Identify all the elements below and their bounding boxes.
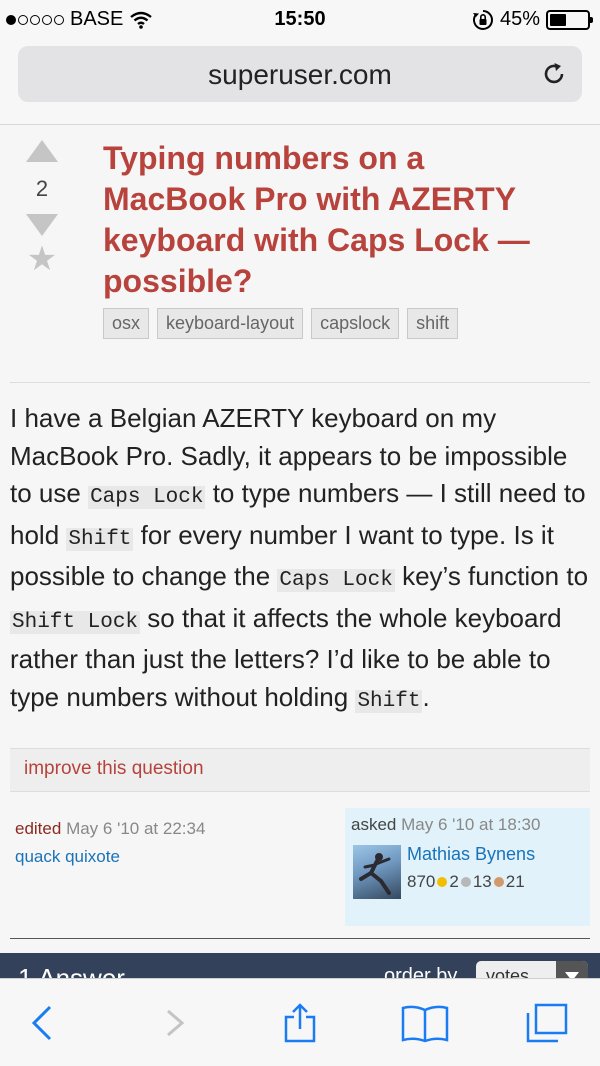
- inline-code: Shift Lock: [10, 610, 141, 634]
- owner-name-link[interactable]: Mathias Bynens: [407, 844, 535, 865]
- edited-date[interactable]: May 6 '10 at 22:34: [66, 819, 205, 838]
- arrow-down-icon[interactable]: [26, 214, 58, 236]
- rotation-lock-icon: [472, 9, 493, 30]
- gold-badge-icon: [437, 877, 448, 887]
- tag-keyboard-layout[interactable]: keyboard-layout: [157, 308, 304, 339]
- battery-fill: [550, 13, 567, 26]
- bronze-badge-count: 21: [505, 872, 525, 891]
- inline-code: Caps Lock: [88, 486, 206, 509]
- inline-code: Caps Lock: [277, 569, 395, 592]
- star-icon[interactable]: ★: [20, 242, 64, 276]
- tag-list: osx keyboard-layout capslock shift: [103, 308, 459, 339]
- asked-label: asked: [351, 815, 397, 834]
- address-url[interactable]: superuser.com: [18, 59, 582, 91]
- silver-badge-count: 13: [472, 872, 492, 891]
- inline-code: Shift: [66, 527, 134, 551]
- browser-address-area: superuser.com: [0, 40, 600, 125]
- share-icon[interactable]: [280, 1003, 320, 1043]
- inline-code: Shift: [355, 689, 423, 713]
- improve-question-link[interactable]: improve this question: [24, 758, 204, 780]
- asked-line: asked May 6 '10 at 18:30: [351, 815, 540, 835]
- asked-date[interactable]: May 6 '10 at 18:30: [401, 815, 540, 834]
- battery-icon: [546, 9, 593, 30]
- book-icon[interactable]: [400, 1003, 450, 1043]
- tag-osx[interactable]: osx: [103, 308, 150, 339]
- question-title[interactable]: Typing numbers on a MacBook Pro with AZE…: [103, 138, 573, 302]
- bronze-badge-icon: [493, 877, 504, 887]
- vote-column: 2 ★: [20, 140, 64, 276]
- edited-label: edited: [15, 819, 62, 838]
- tabs-icon[interactable]: [524, 1003, 570, 1043]
- silver-badge-icon: [460, 877, 471, 887]
- answers-divider: [10, 938, 590, 939]
- gold-badge-count: 2: [449, 872, 459, 891]
- body-text: .: [422, 681, 430, 712]
- status-right: 45%: [472, 8, 593, 31]
- address-bar[interactable]: superuser.com: [18, 46, 582, 102]
- question-body: I have a Belgian AZERTY keyboard on my M…: [10, 400, 595, 720]
- chevron-right-icon[interactable]: [154, 1003, 194, 1043]
- tag-shift[interactable]: shift: [407, 308, 459, 339]
- reload-icon[interactable]: [540, 60, 568, 88]
- vote-count: 2: [35, 176, 49, 201]
- body-text: key’s function to: [394, 561, 589, 591]
- header-divider: [10, 382, 590, 383]
- browser-toolbar: [0, 978, 600, 1066]
- chevron-left-icon[interactable]: [24, 1003, 64, 1043]
- arrow-up-icon[interactable]: [26, 140, 58, 162]
- tag-capslock[interactable]: capslock: [311, 308, 400, 339]
- reputation-score: 870: [407, 872, 436, 891]
- status-bar: BASE 15:50 45%: [0, 0, 600, 40]
- avatar[interactable]: [353, 845, 401, 899]
- editor-name-link[interactable]: quack quixote: [15, 847, 120, 866]
- owner-reputation: 870 2 13 21: [407, 872, 525, 892]
- edited-info: edited May 6 '10 at 22:34 quack quixote: [15, 815, 205, 871]
- asked-info-card: asked May 6 '10 at 18:30 Mathias Bynens …: [345, 808, 590, 926]
- battery-percent: 45%: [499, 8, 540, 30]
- improve-question-bar: improve this question: [10, 748, 590, 792]
